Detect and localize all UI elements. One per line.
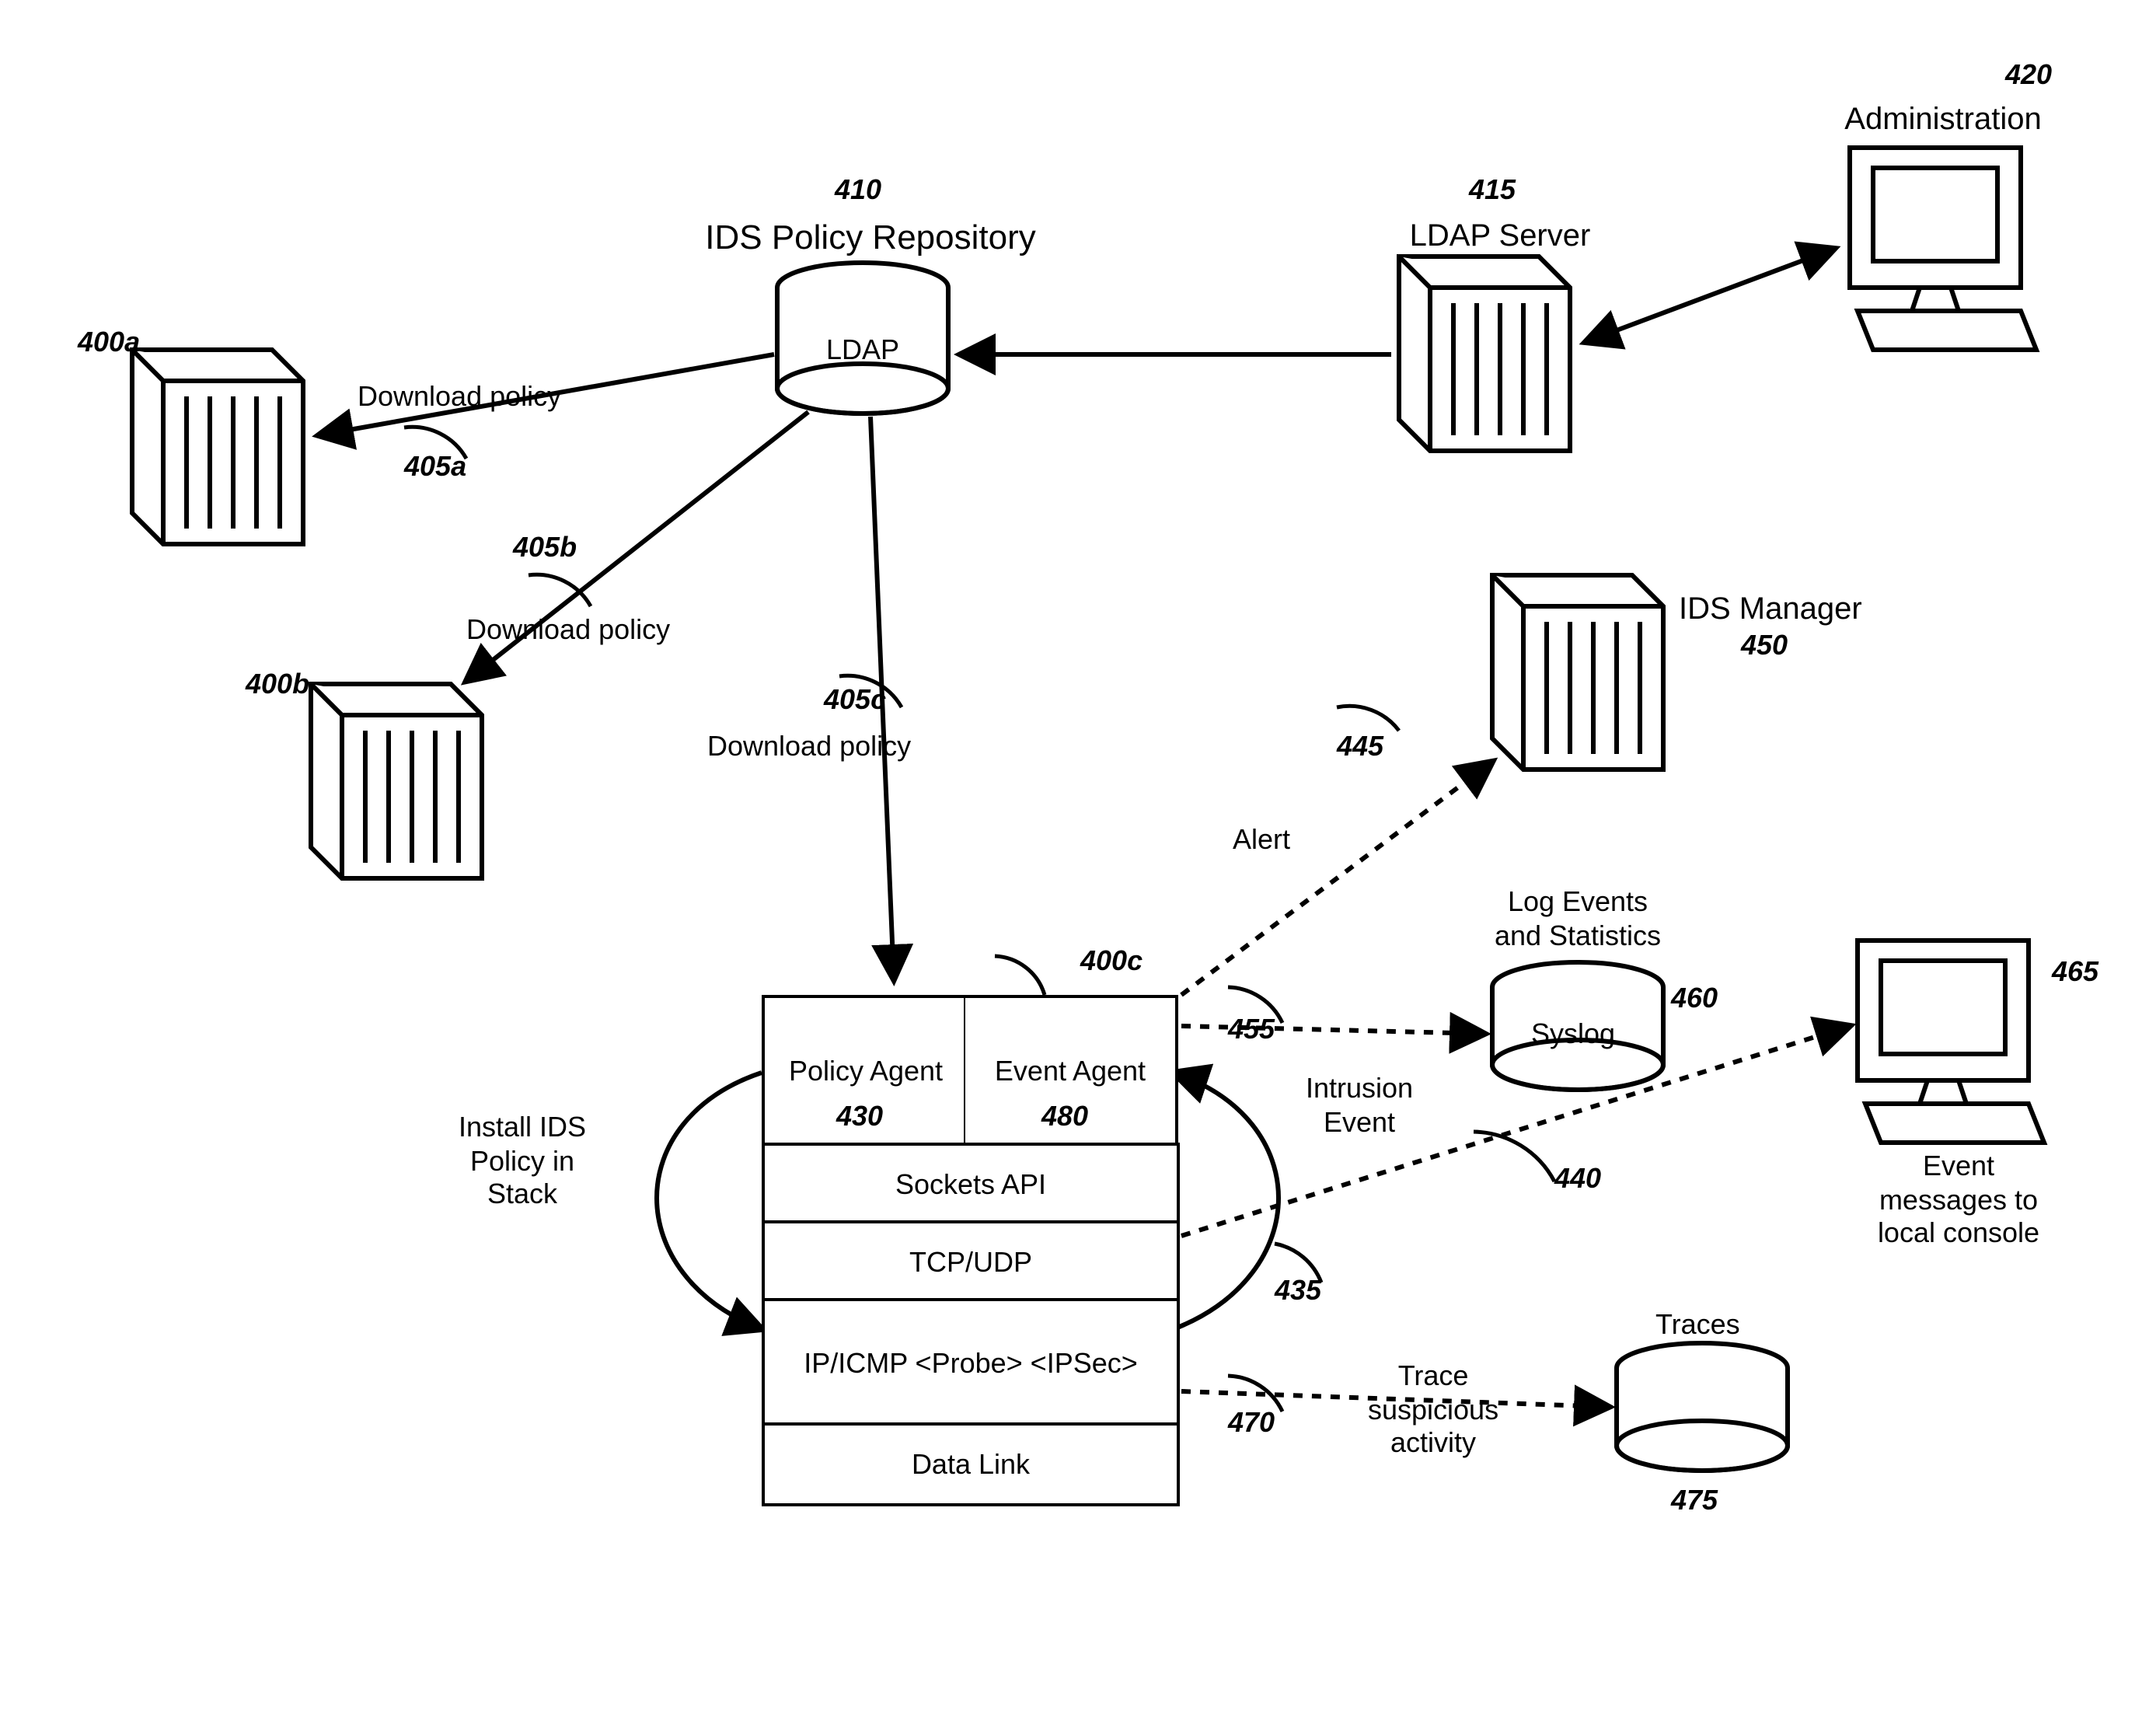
ref-405c: 405c (824, 684, 886, 717)
ref-405b: 405b (513, 532, 577, 564)
ref-420: 420 (2005, 59, 2052, 92)
ref-415: 415 (1469, 174, 1516, 207)
tcp-udp-box: TCP/UDP (762, 1220, 1180, 1304)
ref-475: 475 (1671, 1485, 1718, 1517)
server-400b-icon (311, 684, 482, 878)
tcp-udp-label: TCP/UDP (909, 1246, 1032, 1279)
policy-agent-label: Policy Agent (789, 1056, 943, 1088)
ip-icmp-box: IP/ICMP <Probe> <IPSec> (762, 1298, 1180, 1429)
event-msgs-label: Event messages to local console (1842, 1150, 2075, 1251)
ldap-label: LDAP (816, 334, 909, 368)
trace-suspicious-label: Trace suspicious activity (1368, 1360, 1498, 1461)
install-ids-label: Install IDS Policy in Stack (459, 1112, 586, 1213)
ref-400c: 400c (1080, 945, 1143, 978)
traces-label: Traces (1655, 1309, 1740, 1342)
alert-label: Alert (1233, 824, 1290, 857)
download-policy-c: Download policy (707, 731, 911, 764)
ldap-server-icon (1399, 257, 1570, 451)
ref-440: 440 (1554, 1163, 1601, 1195)
administration-label: Administration (1826, 101, 2060, 138)
ref-470: 470 (1228, 1407, 1275, 1440)
traces-cylinder (1617, 1343, 1788, 1471)
ref-400a: 400a (78, 326, 140, 359)
ref-480: 480 (1041, 1101, 1088, 1133)
download-policy-a: Download policy (358, 381, 561, 414)
datalink-box: Data Link (762, 1422, 1180, 1506)
ids-manager-label: IDS Manager (1679, 591, 1862, 628)
ids-policy-repo-title: IDS Policy Repository (668, 218, 1073, 259)
download-policy-b: Download policy (466, 614, 670, 647)
ref-450: 450 (1741, 630, 1788, 662)
ids-manager-icon (1492, 575, 1663, 770)
ref-460: 460 (1671, 982, 1718, 1015)
log-events-label: Log Events and Statistics (1461, 886, 1694, 953)
sockets-api-box: Sockets API (762, 1143, 1180, 1227)
ref-405a: 405a (404, 451, 466, 483)
ref-430: 430 (836, 1101, 883, 1133)
ip-icmp-label: IP/ICMP <Probe> <IPSec> (804, 1347, 1138, 1380)
intrusion-event-label: Intrusion Event (1306, 1073, 1413, 1139)
ref-410: 410 (835, 174, 881, 207)
administration-monitor-icon (1850, 148, 2036, 350)
ref-445: 445 (1337, 731, 1383, 763)
ref-465: 465 (2052, 956, 2098, 989)
event-agent-label: Event Agent (995, 1056, 1146, 1088)
syslog-label: Syslog (1531, 1018, 1615, 1052)
ldap-server-label: LDAP Server (1391, 218, 1609, 255)
event-console-monitor-icon (1858, 941, 2044, 1143)
sockets-api-label: Sockets API (895, 1168, 1046, 1201)
ref-435: 435 (1275, 1275, 1321, 1307)
ref-400b: 400b (246, 668, 309, 701)
server-400a-icon (132, 350, 303, 544)
datalink-label: Data Link (912, 1448, 1030, 1481)
ref-455: 455 (1228, 1014, 1275, 1046)
